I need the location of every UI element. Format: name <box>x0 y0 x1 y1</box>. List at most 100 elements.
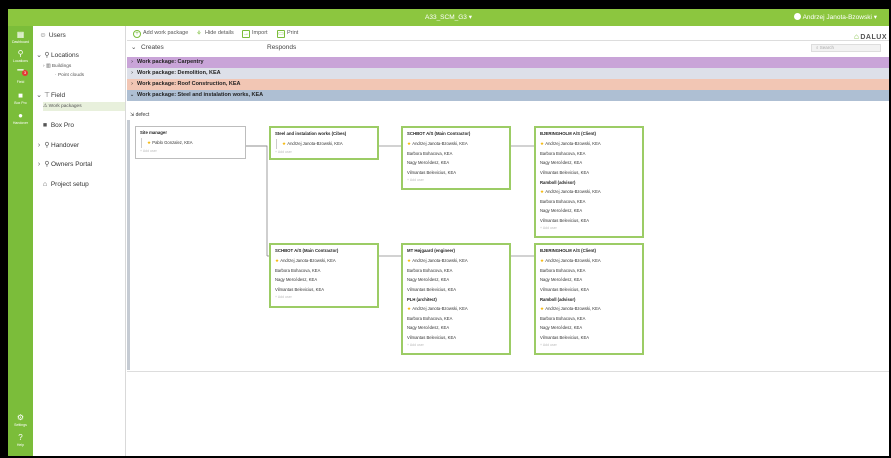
chevron-right-icon: › <box>43 64 45 69</box>
add-user-button[interactable]: + Add user <box>540 343 638 347</box>
nav-work-packages[interactable]: ⚠ Work packages <box>43 102 125 111</box>
add-user-button[interactable]: + Add user <box>540 226 638 230</box>
add-user-button[interactable]: + Add user <box>140 149 241 153</box>
org-card-mt[interactable]: MT Højgaard (engineer) ★ Andrzej Janota-B… <box>401 243 511 355</box>
rail-settings[interactable]: ⚙ Settings <box>8 414 33 428</box>
chevron-down-icon[interactable]: ⌄ <box>131 43 136 51</box>
add-user-button[interactable]: + Add user <box>407 343 505 347</box>
project-selector[interactable]: A33_SCM_G3 ▾ <box>8 13 889 21</box>
nav-buildings[interactable]: › ▥ Buildings <box>43 62 71 71</box>
person-row[interactable]: Nagy Mercédesz, KEA <box>540 275 638 285</box>
nav-point-clouds[interactable]: · Point clouds <box>55 71 84 80</box>
person-row[interactable]: Barbora Bohacova, KEA <box>540 197 638 207</box>
person-row[interactable]: Vilmantas Belevicius, KEA <box>540 333 638 343</box>
person-row[interactable]: ★ Andrzej Janota-Bzowski, KEA <box>407 139 505 149</box>
rail-handover[interactable]: ● Handover <box>8 112 33 126</box>
hide-details-button[interactable]: ⚘ Hide details <box>195 29 233 38</box>
user-name: Andrzej Janota-Bzowski ▾ <box>802 14 877 21</box>
person-row[interactable]: Nagy Mercédesz, KEA <box>540 323 638 333</box>
add-user-label: Add user <box>409 343 424 347</box>
defect-row[interactable]: ⇲ defect <box>130 110 889 120</box>
person-row[interactable]: Barbora Bohacova, KEA <box>540 314 638 324</box>
org-card-bjerring2[interactable]: BJERINGHOLM A/S (Client) ★ Andrzej Janota… <box>534 243 644 355</box>
org-card-site-manager[interactable]: Site manager ★ Pablo Gonzalez, KEA + Add u… <box>135 126 246 159</box>
work-package-row[interactable]: › Work package: Carpentry <box>127 57 889 68</box>
rail-help[interactable]: ? Help <box>8 434 33 448</box>
person-name: Andrzej Janota-Bzowski, KEA <box>412 258 468 263</box>
add-user-label: Add user <box>542 343 557 347</box>
person-row[interactable]: ★ Andrzej Janota-Bzowski, KEA <box>282 139 373 149</box>
person-row[interactable]: ★ Andrzej Janota-Bzowski, KEA <box>540 256 638 266</box>
org-card-schbot1[interactable]: SCHBOT A/S (Main Contractor) ★ Andrzej Ja… <box>401 126 511 190</box>
add-user-button[interactable]: + Add user <box>407 178 505 182</box>
nav-handover[interactable]: › ⚲Handover <box>35 140 79 152</box>
add-user-label: Add user <box>277 295 292 299</box>
person-name: Barbora Bohacova, KEA <box>540 198 586 204</box>
toolbar: + Add work package ⚘ Hide details → Import … <box>127 26 889 41</box>
person-row[interactable]: Barbora Bohacova, KEA <box>540 266 638 276</box>
person-row[interactable]: Nagy Mercédesz, KEA <box>407 275 505 285</box>
person-row[interactable]: Vilmantas Belevicius, KEA <box>540 168 638 178</box>
person-row[interactable]: Nagy Mercédesz, KEA <box>407 158 505 168</box>
rail-field[interactable]: ▔ 3 Field <box>8 70 33 84</box>
nav-owners-portal-label: Owners Portal <box>51 161 93 168</box>
person-row[interactable]: Barbora Bohacova, KEA <box>540 149 638 159</box>
person-row[interactable]: ★ Andrzej Janota-Bzowski, KEA <box>540 139 638 149</box>
import-button[interactable]: → Import <box>242 29 268 38</box>
person-row[interactable]: Barbora Bohacova, KEA <box>407 314 505 324</box>
person-row[interactable]: Barbora Bohacova, KEA <box>275 266 373 276</box>
app-window: A33_SCM_G3 ▾ Andrzej Janota-Bzowski ▾ ▦ D… <box>8 9 889 456</box>
nav-boxpro[interactable]: ■ Box Pro <box>41 120 74 132</box>
person-row[interactable]: Barbora Bohacova, KEA <box>407 149 505 159</box>
search-input[interactable]: ⌕ Search <box>811 44 881 52</box>
nav-owners-portal[interactable]: › ⚲Owners Portal <box>35 159 92 171</box>
nav-field[interactable]: ⌄ ⊤Field <box>35 90 65 102</box>
person-row[interactable]: Vilmantas Belevicius, KEA <box>407 333 505 343</box>
card-title: MT Højgaard (engineer) <box>407 248 455 253</box>
person-name: Andrzej Janota-Bzowski, KEA <box>412 141 468 146</box>
dashboard-icon: ▦ <box>16 30 25 39</box>
rail-locations[interactable]: ⚲ Locations <box>8 50 33 64</box>
person-row[interactable]: Vilmantas Belevicius, KEA <box>540 216 638 226</box>
nav-point-clouds-label: Point clouds <box>57 73 85 78</box>
home-icon: ⌂ <box>42 181 48 188</box>
add-work-package-button[interactable]: + Add work package <box>133 29 188 38</box>
person-row[interactable]: ★ Andrzej Janota-Bzowski, KEA <box>275 256 373 266</box>
person-name: Barbora Bohacova, KEA <box>275 267 321 273</box>
person-row[interactable]: ★ Andrzej Janota-Bzowski, KEA <box>407 304 505 314</box>
org-card-schbot2[interactable]: SCHBOT A/S (Main Contractor) ★ Andrzej Ja… <box>269 243 379 308</box>
person-row[interactable]: Barbora Bohacova, KEA <box>407 266 505 276</box>
rail-boxpro[interactable]: ■ Box Pro <box>8 92 33 106</box>
person-row[interactable]: ★ Andrzej Janota-Bzowski, KEA <box>540 304 638 314</box>
work-package-row[interactable]: › Work package: Roof Construction, KEA <box>127 79 889 90</box>
print-button[interactable]: ▭ Print <box>277 29 298 38</box>
person-row[interactable]: Vilmantas Belevicius, KEA <box>407 168 505 178</box>
rail-dashboard[interactable]: ▦ Dashboard <box>8 30 33 45</box>
person-row[interactable]: Nagy Mercédesz, KEA <box>540 158 638 168</box>
work-package-row[interactable]: ⌄ Work package: Steel and instalation wor… <box>127 90 889 101</box>
person-row[interactable]: Vilmantas Belevicius, KEA <box>540 285 638 295</box>
work-package-row[interactable]: › Work package: Demolition, KEA <box>127 68 889 79</box>
logo-text: DALUX <box>860 34 887 41</box>
person-row[interactable]: Nagy Mercédesz, KEA <box>407 323 505 333</box>
person-row[interactable]: ★ Pablo Gonzalez, KEA <box>147 138 241 148</box>
divider <box>127 371 889 372</box>
person-row[interactable]: ★ Andrzej Janota-Bzowski, KEA <box>407 256 505 266</box>
user-menu[interactable]: Andrzej Janota-Bzowski ▾ <box>793 13 877 21</box>
person-row[interactable]: Vilmantas Belevicius, KEA <box>407 285 505 295</box>
nav-project-setup[interactable]: ⌂ Project setup <box>41 179 89 191</box>
person-row[interactable]: ★ Andrzej Janota-Bzowski, KEA <box>540 187 638 197</box>
nav-boxpro-label: Box Pro <box>50 122 74 129</box>
nav-locations[interactable]: ⌄ ⚲Locations <box>35 50 79 62</box>
add-user-button[interactable]: + Add user <box>275 150 373 154</box>
person-name: Nagy Mercédesz, KEA <box>407 325 450 330</box>
person-row[interactable]: Vilmantas Belevicius, KEA <box>275 285 373 295</box>
org-card-bjerring1[interactable]: BJERINGHOLM A/S (Client) ★ Andrzej Janota… <box>534 126 644 238</box>
hierarchy-icon: ⚘ <box>196 31 202 37</box>
nav-users[interactable]: ☺ Users <box>39 30 65 42</box>
add-user-button[interactable]: + Add user <box>275 295 373 299</box>
org-card-steel[interactable]: Steel and instalation works (Cibes) ★ And… <box>269 126 379 160</box>
plus-icon: + <box>133 30 141 38</box>
person-row[interactable]: Nagy Mercédesz, KEA <box>540 206 638 216</box>
person-row[interactable]: Nagy Mercédesz, KEA <box>275 275 373 285</box>
